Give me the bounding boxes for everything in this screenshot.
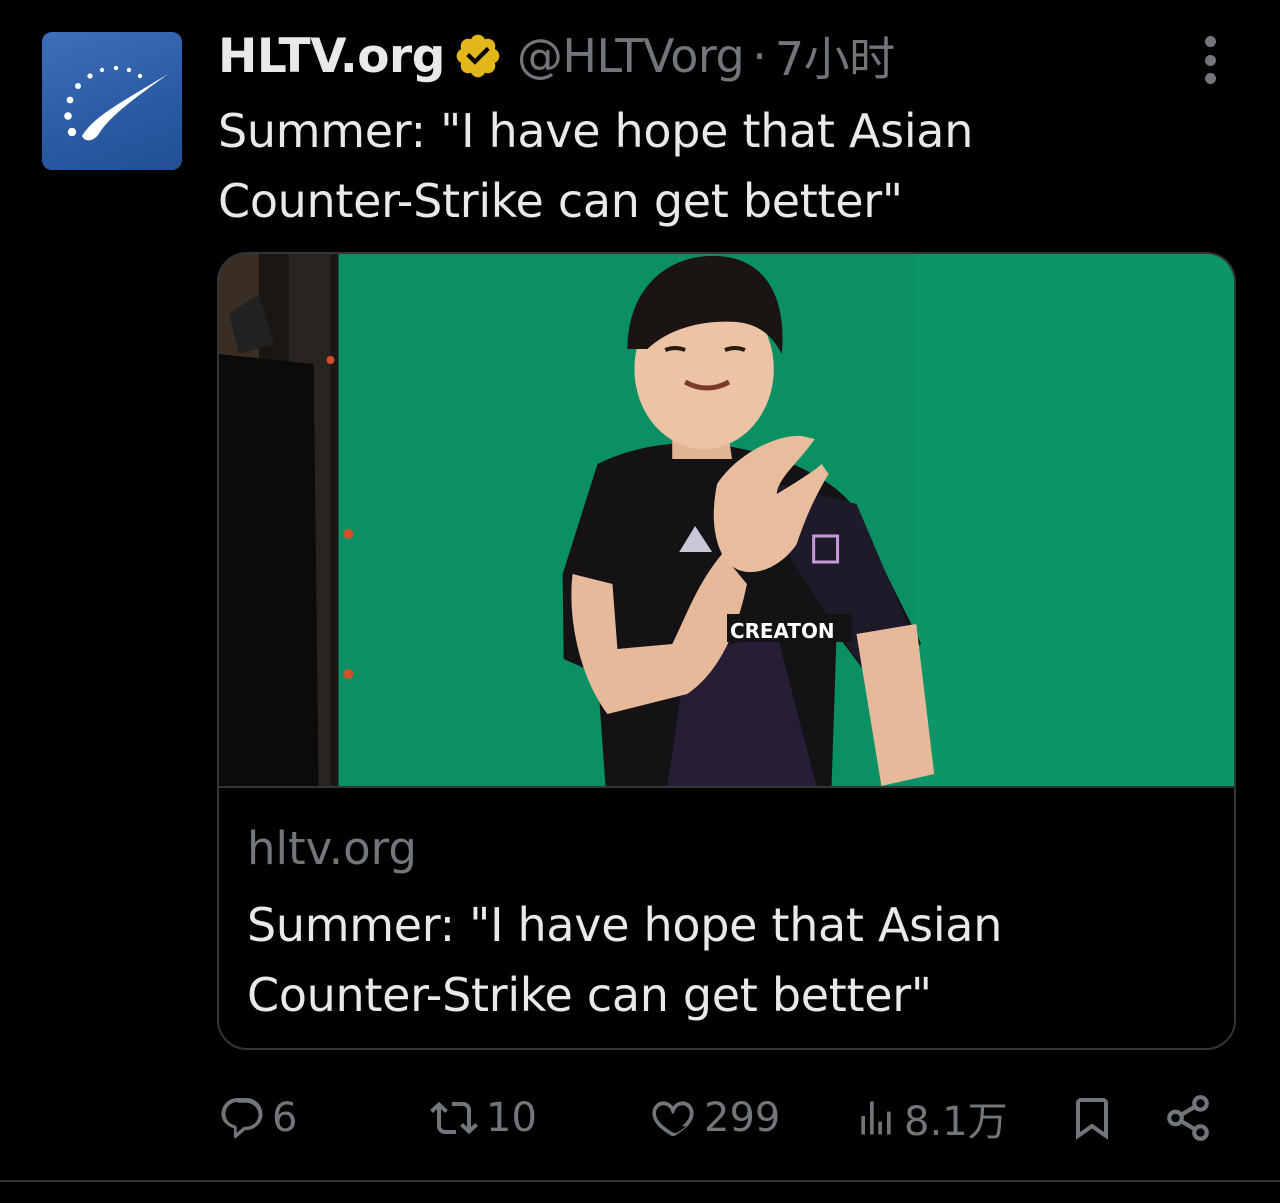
tweet-divider: [0, 1180, 1280, 1182]
retweet-button[interactable]: 10: [428, 1086, 537, 1150]
reply-count: 6: [272, 1095, 298, 1141]
like-count: 299: [704, 1095, 781, 1141]
author-handle[interactable]: @HLTVorg: [517, 29, 745, 83]
more-dot: [1204, 36, 1216, 47]
views-icon: [861, 1101, 891, 1135]
reply-button[interactable]: 6: [218, 1086, 297, 1150]
bookmark-button[interactable]: [1068, 1086, 1116, 1150]
retweet-count: 10: [486, 1095, 537, 1141]
bookmark-icon: [1076, 1098, 1108, 1140]
link-domain: hltv.org: [247, 822, 417, 875]
tweet-timestamp[interactable]: 7小时: [775, 23, 895, 89]
author-avatar[interactable]: [42, 32, 182, 170]
share-icon: [1167, 1095, 1209, 1141]
views-count: 8.1万: [904, 1099, 1008, 1145]
tweet-text: Summer: "I have hope that Asian Counter-…: [218, 104, 974, 228]
more-dot: [1204, 73, 1216, 84]
tweet-header: HLTV.org @HLTVorg · 7小时: [218, 24, 895, 88]
more-dot: [1204, 54, 1216, 66]
verified-badge-icon: [453, 31, 503, 81]
hltv-logo-icon: [64, 65, 168, 141]
author-name[interactable]: HLTV.org: [218, 29, 445, 84]
reply-icon: [221, 1098, 263, 1139]
link-title: Summer: "I have hope that Asian Counter-…: [247, 898, 1003, 1022]
link-preview-image[interactable]: CREATON: [219, 254, 1234, 788]
separator-dot: ·: [752, 29, 767, 83]
link-preview-card[interactable]: CREATON hltv.org Summer: "I have hope th…: [217, 252, 1236, 1050]
share-button[interactable]: [1163, 1086, 1213, 1150]
retweet-icon: [430, 1101, 478, 1135]
like-button[interactable]: 299: [648, 1086, 780, 1150]
jersey-text: CREATON: [730, 619, 835, 643]
more-options-icon[interactable]: [1196, 36, 1224, 84]
heart-icon: [652, 1101, 694, 1137]
views-button[interactable]: 8.1万: [854, 1086, 1008, 1150]
tweet-actions: 6 10 299 8.1万: [218, 1086, 1218, 1150]
